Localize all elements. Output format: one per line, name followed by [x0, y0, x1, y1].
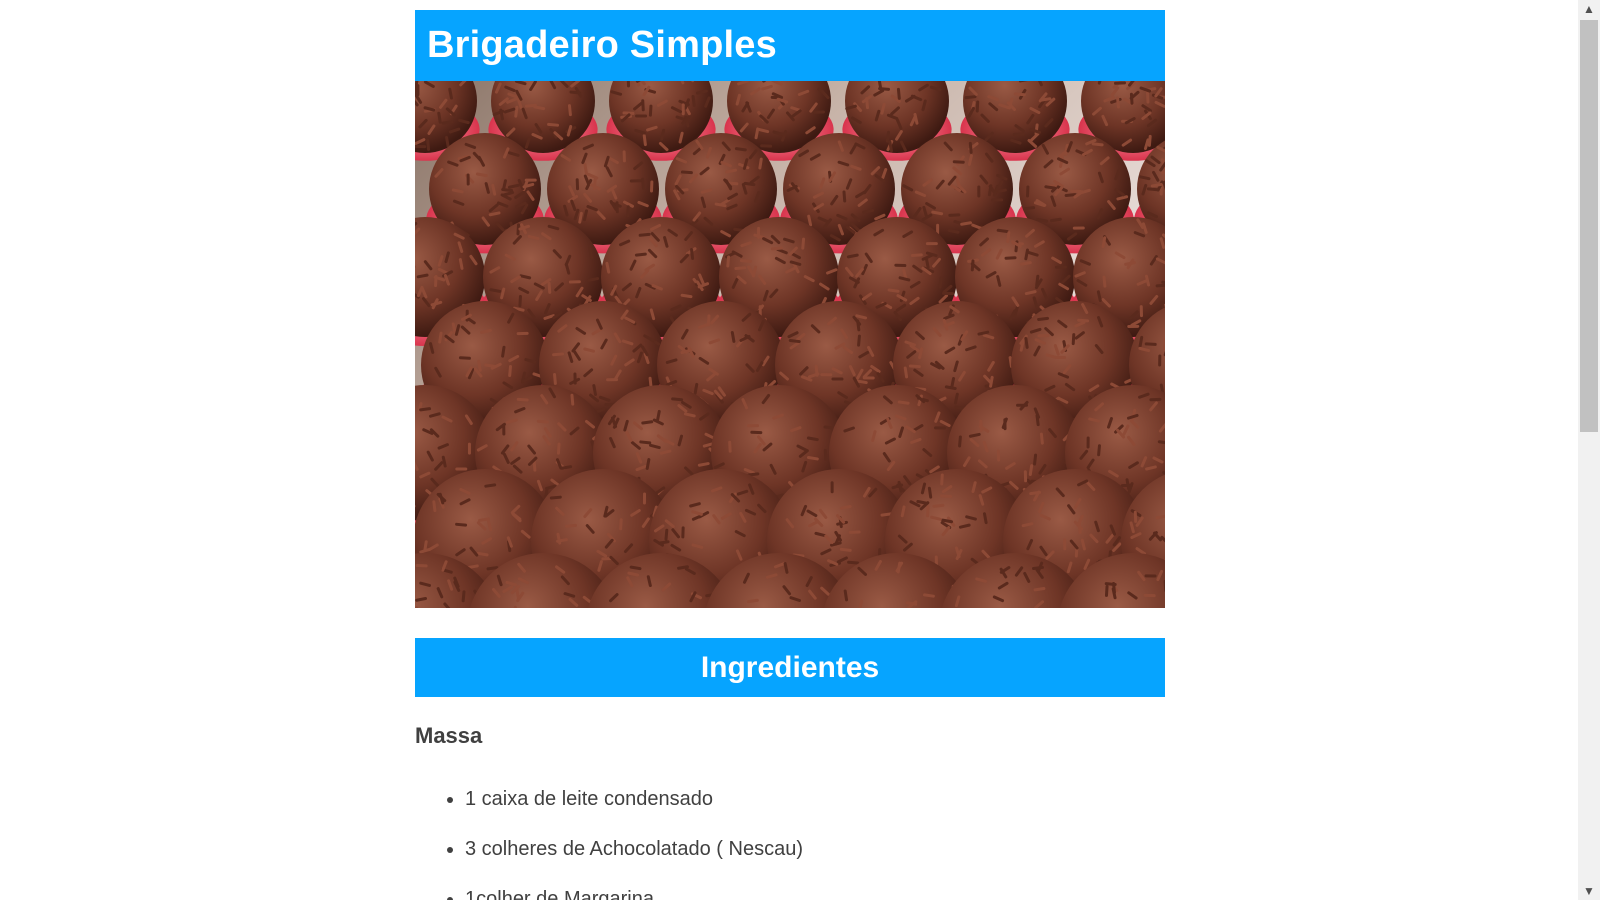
- sprinkle: [1072, 226, 1085, 230]
- sprinkle: [516, 331, 529, 336]
- ingredients-heading: Ingredientes: [700, 650, 880, 684]
- vertical-scrollbar[interactable]: ▲ ▼: [1578, 0, 1600, 900]
- ingredients-header: Ingredientes: [415, 638, 1165, 697]
- sprinkle: [1004, 256, 1017, 260]
- sprinkle: [1086, 436, 1090, 449]
- ingredients-list: 1 caixa de leite condensado 3 colheres d…: [415, 787, 1165, 900]
- sprinkle: [991, 198, 1004, 202]
- sprinkle: [831, 377, 844, 381]
- sprinkle: [434, 275, 438, 288]
- sprinkle: [681, 103, 685, 116]
- sprinkle: [1149, 397, 1162, 402]
- sprinkle: [760, 144, 773, 148]
- sprinkle: [466, 173, 470, 186]
- sprinkle: [1146, 91, 1150, 104]
- sprinkle: [1144, 574, 1157, 578]
- sprinkle: [941, 291, 954, 296]
- sprinkle: [934, 426, 947, 430]
- title-bar: Brigadeiro Simples: [415, 10, 1165, 81]
- sprinkle: [812, 110, 825, 114]
- recipe-image: [415, 81, 1165, 608]
- sprinkle: [415, 144, 427, 149]
- sprinkle: [996, 449, 1001, 462]
- sprinkle: [1070, 189, 1083, 193]
- sprinkle: [524, 178, 537, 182]
- chevron-up-icon[interactable]: ▲: [1578, 0, 1600, 18]
- sprinkle: [650, 180, 654, 193]
- sprinkle: [894, 263, 907, 268]
- sprinkle: [573, 372, 577, 385]
- sprinkle: [1114, 81, 1127, 85]
- sprinkle: [820, 373, 833, 377]
- browser-viewport: Brigadeiro Simples Ingredientes Massa 1 …: [0, 0, 1600, 900]
- sprinkle: [750, 430, 763, 435]
- sprinkle: [622, 150, 626, 163]
- sprinkle: [926, 505, 930, 518]
- sprinkle: [925, 242, 938, 246]
- sprinkle: [1063, 538, 1067, 551]
- sprinkle: [1133, 510, 1138, 523]
- ingredient-item: 3 colheres de Achocolatado ( Nescau): [465, 837, 1165, 861]
- recipe-page: Brigadeiro Simples Ingredientes Massa 1 …: [415, 10, 1165, 900]
- sprinkle: [606, 378, 619, 382]
- sprinkle: [1139, 305, 1143, 318]
- sprinkle: [1026, 185, 1030, 198]
- sprinkle: [1120, 483, 1133, 488]
- sprinkle: [626, 81, 630, 88]
- sprinkle: [977, 185, 981, 198]
- sprinkle: [1158, 354, 1162, 367]
- sprinkle: [948, 213, 961, 217]
- sprinkle: [635, 114, 648, 118]
- brigadeiro-photo: [415, 81, 1165, 608]
- massa-subheading: Massa: [415, 723, 483, 748]
- sprinkle: [455, 467, 468, 471]
- sprinkle: [467, 442, 471, 455]
- sprinkle: [575, 178, 580, 191]
- sprinkle: [1012, 132, 1025, 136]
- sprinkle: [568, 280, 581, 284]
- sprinkle: [615, 201, 619, 214]
- recipe-title: Brigadeiro Simples: [427, 24, 777, 66]
- ingredient-item: 1colher de Margarina: [465, 887, 1165, 900]
- chevron-down-icon[interactable]: ▼: [1578, 882, 1600, 900]
- sprinkle: [629, 179, 642, 183]
- sprinkle: [681, 526, 685, 539]
- sprinkle: [1023, 470, 1028, 483]
- ingredient-item: 1 caixa de leite condensado: [465, 787, 1165, 811]
- sprinkle: [1037, 334, 1050, 338]
- sprinkle: [830, 481, 834, 494]
- sprinkle: [1143, 593, 1156, 598]
- sprinkle: [1144, 342, 1157, 346]
- sprinkle: [642, 492, 647, 505]
- sprinkle: [848, 530, 861, 534]
- sprinkle: [746, 424, 759, 428]
- sprinkle: [1003, 418, 1007, 431]
- sprinkle: [1054, 265, 1067, 269]
- sprinkle: [415, 564, 428, 568]
- scroll-thumb[interactable]: [1580, 20, 1598, 432]
